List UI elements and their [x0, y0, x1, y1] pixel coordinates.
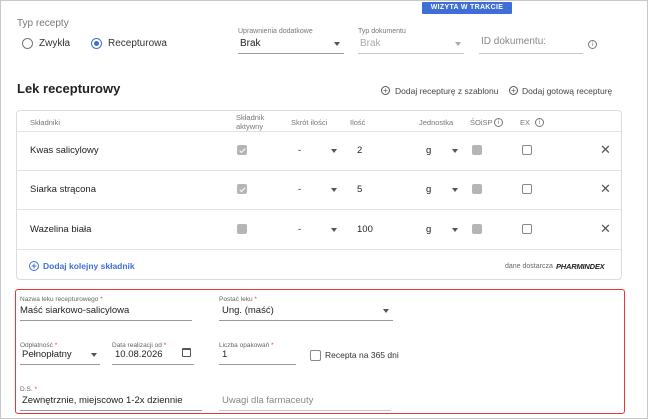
ds-underline — [20, 410, 202, 411]
pharmindex-logo: PHARMINDEX — [556, 262, 605, 271]
packages-label: Liczba opakowań * — [219, 342, 274, 349]
row-divider — [16, 170, 622, 171]
document-id-input[interactable]: ID dokumentu: — [481, 36, 546, 47]
supplier-prefix: dane dostarcza — [505, 263, 553, 270]
col-header-ex: EX — [520, 118, 531, 127]
add-ready-recipe-button[interactable]: Dodaj gotową recepturę — [522, 86, 612, 96]
row-divider — [16, 209, 622, 210]
ingredients-table — [16, 110, 622, 280]
payment-label: Odpłatność * — [20, 342, 58, 349]
payment-caret-icon[interactable] — [91, 353, 97, 357]
recipe-365-label[interactable]: Recepta na 365 dni — [325, 350, 399, 360]
col-header-ingredient: Składniki — [30, 118, 61, 127]
radio-zwykla-label[interactable]: Zwykła — [39, 38, 70, 49]
col-header-active-2: aktywny — [236, 122, 264, 131]
extra-rights-underline — [238, 53, 344, 54]
extra-rights-label: Uprawnienia dodatkowe — [238, 28, 313, 35]
extra-rights-select[interactable]: Brak — [240, 38, 261, 49]
realization-date-input[interactable]: 10.08.2026 — [115, 349, 163, 360]
shortcut-select[interactable]: - — [298, 145, 301, 156]
unit-select[interactable]: g — [426, 224, 431, 235]
document-type-select[interactable]: Brak — [360, 38, 381, 49]
radio-zwykla[interactable] — [22, 38, 33, 49]
active-checkbox — [237, 184, 247, 194]
document-type-label: Typ dokumentu — [358, 28, 406, 35]
col-header-quantity: Ilość — [350, 118, 366, 127]
document-id-underline — [479, 53, 583, 54]
extra-rights-caret-icon[interactable] — [334, 42, 340, 46]
ex-checkbox[interactable] — [522, 145, 532, 155]
realization-date-label: Data realizacji od * — [112, 342, 167, 349]
radio-recepturowa[interactable] — [91, 38, 102, 49]
packages-input[interactable]: 1 — [222, 349, 227, 360]
add-ingredient-plus-icon[interactable]: + — [29, 261, 39, 271]
prescription-type-label: Typ recepty — [17, 18, 69, 29]
soisp-checkbox — [472, 184, 482, 194]
shortcut-select[interactable]: - — [298, 184, 301, 195]
payment-select[interactable]: Pełnopłatny — [22, 349, 72, 360]
col-header-unit: Jednostka — [419, 118, 454, 127]
drug-form-select[interactable]: Ung. (maść) — [222, 305, 274, 316]
drug-form-caret-icon[interactable] — [383, 309, 389, 313]
add-template-plus-icon[interactable]: + — [381, 86, 390, 95]
ds-label: D.S. * — [20, 386, 37, 393]
ingredient-name: Kwas salicylowy — [30, 145, 99, 156]
ingredient-name: Siarka strącona — [30, 184, 97, 195]
drug-name-underline — [20, 320, 192, 321]
ingredient-name: Wazelina biała — [30, 224, 92, 235]
table-header-divider — [16, 131, 622, 132]
active-checkbox — [237, 224, 247, 234]
add-ingredient-button[interactable]: Dodaj kolejny składnik — [43, 261, 135, 271]
unit-select[interactable]: g — [426, 184, 431, 195]
col-header-shortcut: Skrót ilości — [291, 118, 328, 127]
calendar-icon[interactable] — [182, 348, 191, 357]
document-id-info-icon[interactable]: i — [588, 40, 597, 49]
unit-select[interactable]: g — [426, 145, 431, 156]
col-header-active-1: Składnik — [236, 113, 265, 122]
ex-checkbox[interactable] — [522, 184, 532, 194]
soisp-info-icon[interactable]: i — [494, 118, 503, 127]
visit-status-banner: WIZYTA W TRAKCIE — [422, 2, 512, 14]
payment-underline — [20, 364, 100, 365]
remove-row-close-icon[interactable]: ✕ — [600, 144, 611, 157]
ex-checkbox[interactable] — [522, 224, 532, 234]
section-title: Lek recepturowy — [17, 81, 121, 96]
pharmacist-notes-underline — [219, 410, 391, 411]
drug-form-label: Postać leku * — [219, 296, 257, 303]
remove-row-close-icon[interactable]: ✕ — [600, 223, 611, 236]
shortcut-select[interactable]: - — [298, 224, 301, 235]
realization-date-underline — [112, 364, 194, 365]
radio-recepturowa-label[interactable]: Recepturowa — [108, 38, 167, 49]
quantity-input[interactable]: 2 — [357, 145, 362, 156]
ds-input[interactable]: Zewnętrznie, miejscowo 1-2x dziennie — [22, 395, 183, 406]
add-ready-plus-icon[interactable]: + — [509, 86, 518, 95]
quantity-input[interactable]: 5 — [357, 184, 362, 195]
soisp-checkbox — [472, 224, 482, 234]
recipe-365-checkbox[interactable] — [310, 350, 321, 361]
row-divider — [16, 249, 622, 250]
col-header-soisp: ŚOiSP — [470, 118, 493, 127]
drug-name-input[interactable]: Maść siarkowo-salicylowa — [20, 305, 129, 316]
active-checkbox — [237, 145, 247, 155]
shortcut-caret-icon[interactable] — [331, 228, 337, 232]
unit-caret-icon[interactable] — [452, 228, 458, 232]
drug-form-underline — [219, 320, 393, 321]
soisp-checkbox — [472, 145, 482, 155]
shortcut-caret-icon[interactable] — [331, 149, 337, 153]
unit-caret-icon[interactable] — [452, 188, 458, 192]
packages-underline — [219, 364, 296, 365]
drug-name-label: Nazwa leku recepturowego * — [20, 296, 103, 303]
shortcut-caret-icon[interactable] — [331, 188, 337, 192]
add-from-template-button[interactable]: Dodaj recepturę z szablonu — [395, 86, 498, 96]
ex-info-icon[interactable]: i — [535, 118, 544, 127]
pharmacist-notes-input[interactable]: Uwagi dla farmaceuty — [222, 395, 313, 406]
remove-row-close-icon[interactable]: ✕ — [600, 183, 611, 196]
quantity-input[interactable]: 100 — [357, 224, 373, 235]
document-type-caret-icon[interactable] — [455, 42, 461, 46]
document-type-underline — [358, 53, 464, 54]
unit-caret-icon[interactable] — [452, 149, 458, 153]
